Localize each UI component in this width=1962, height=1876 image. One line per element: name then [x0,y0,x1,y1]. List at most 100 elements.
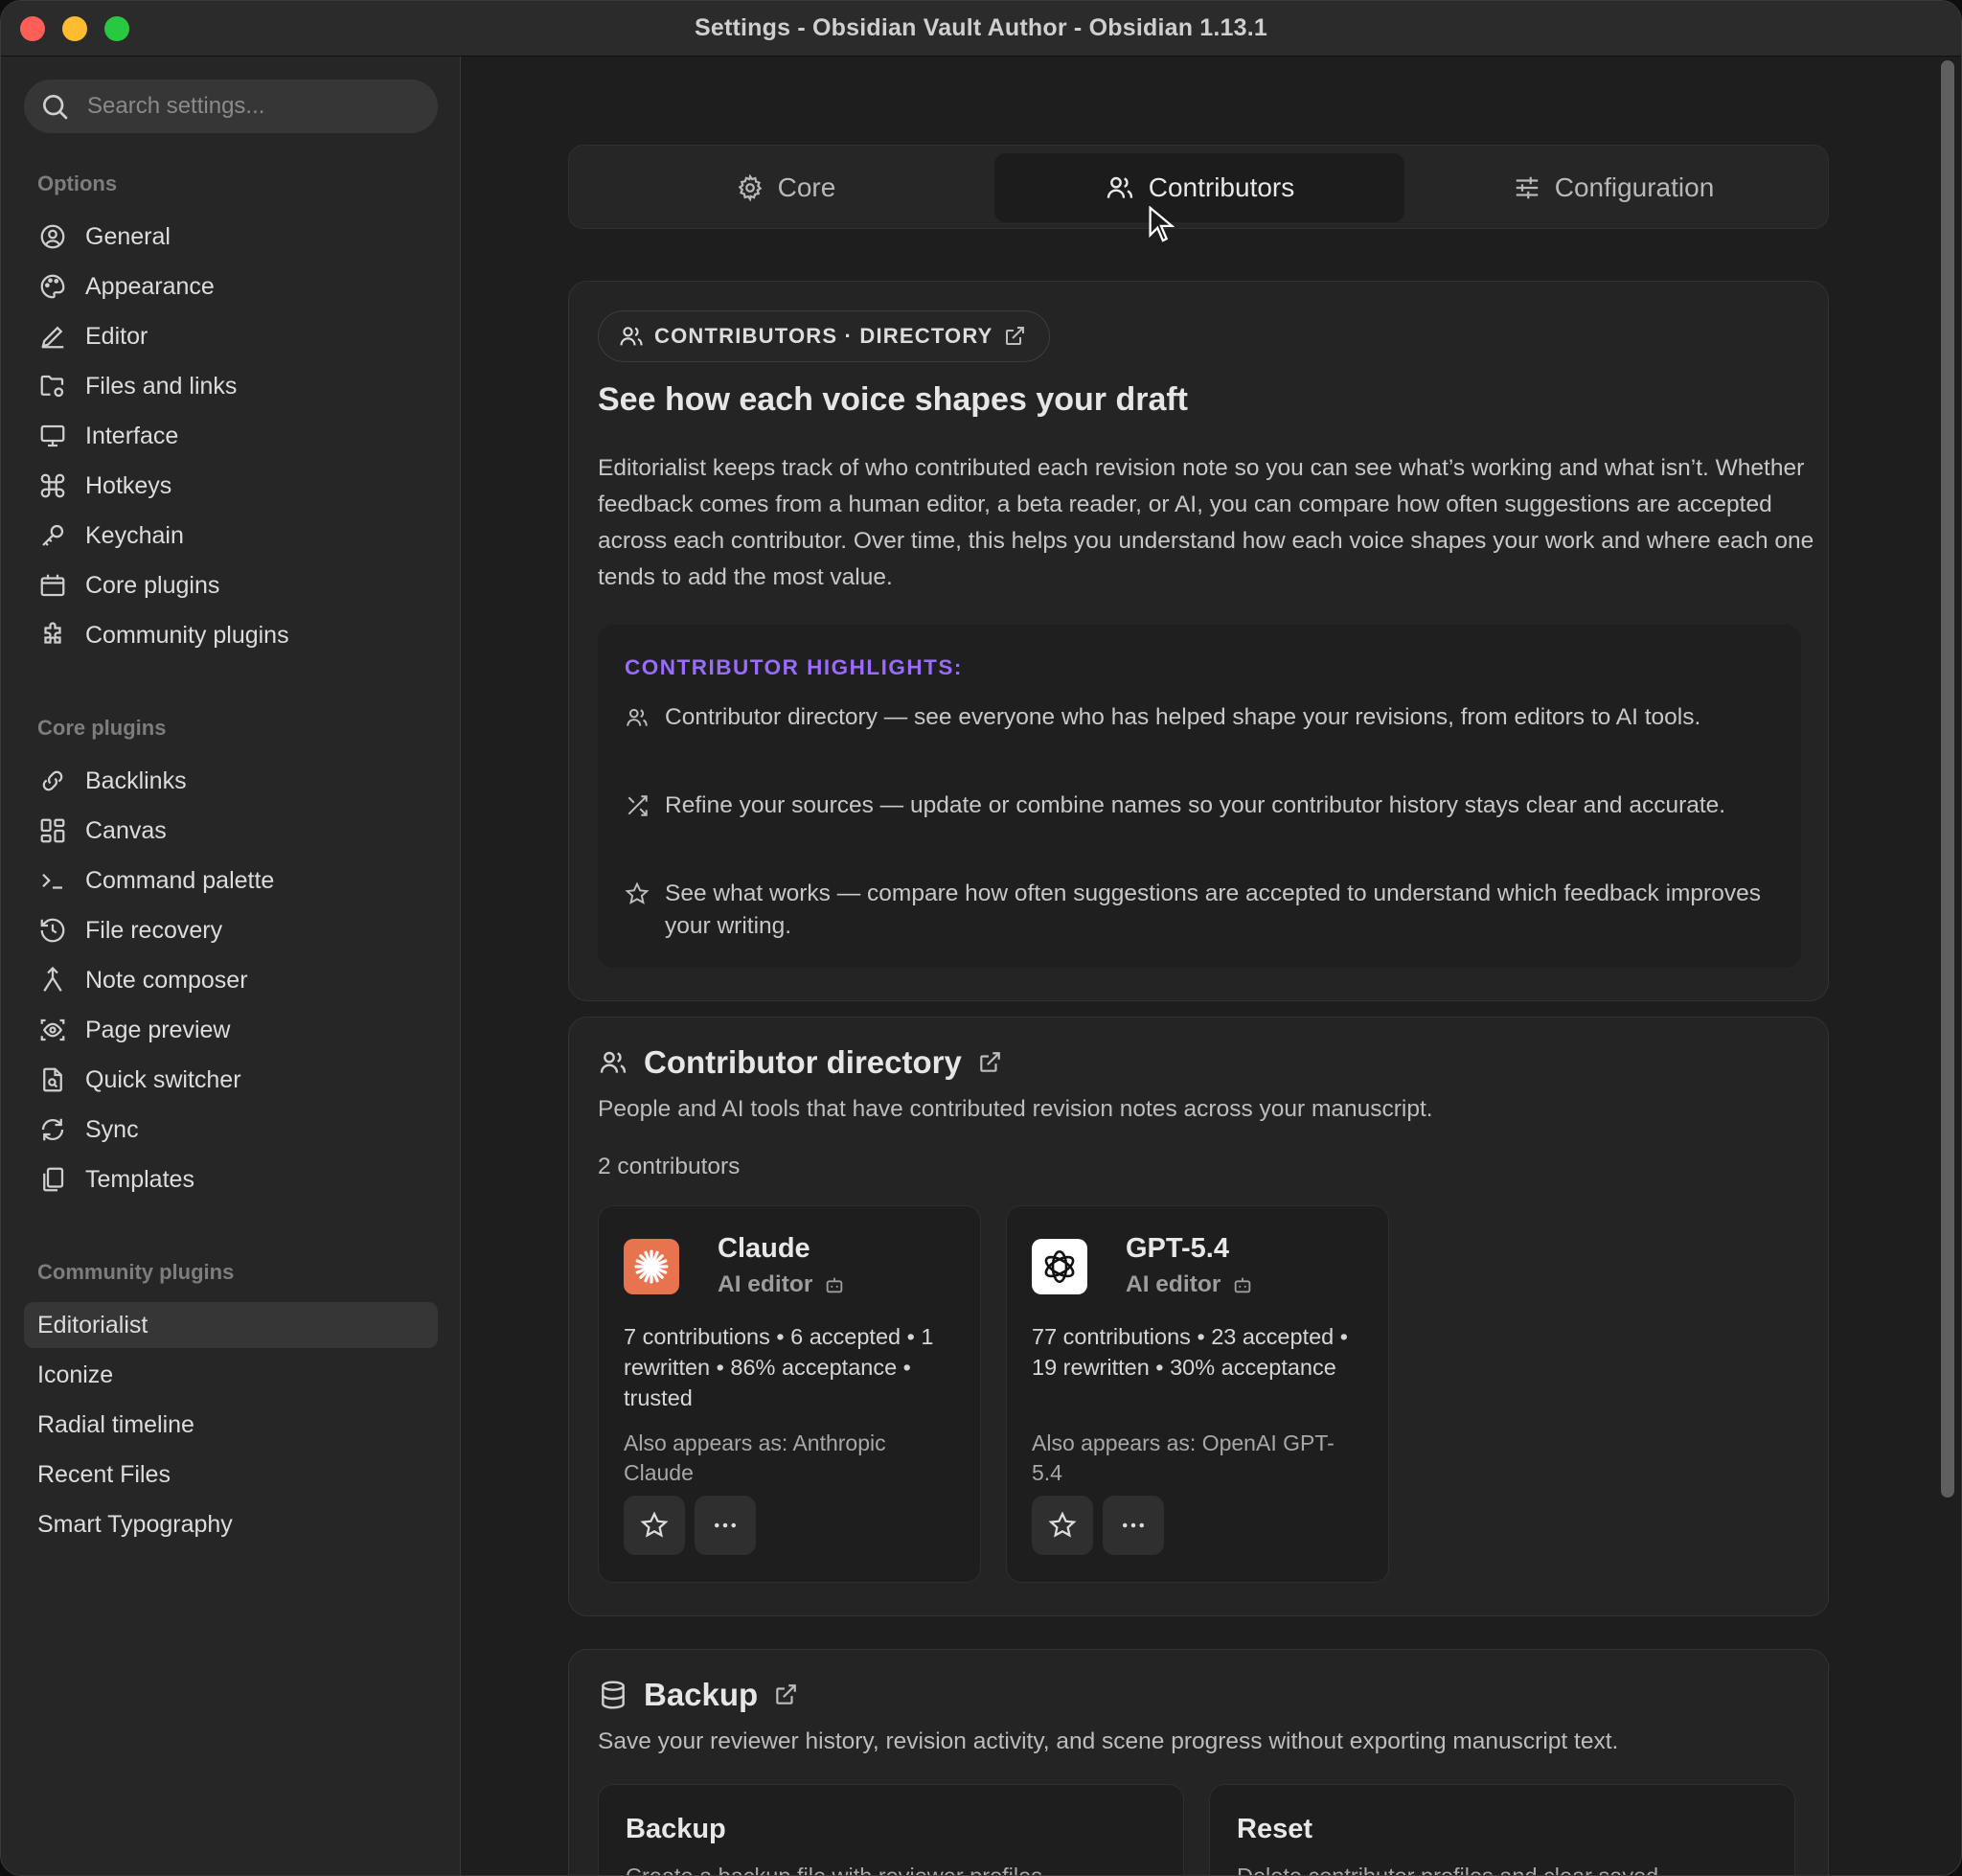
contributor-alias: Also appears as: Anthropic Claude [624,1430,886,1485]
gear-icon [738,173,762,202]
search-input[interactable] [87,93,403,120]
files-icon [37,1164,68,1195]
sidebar-item-radial-timeline[interactable]: Radial timeline [24,1402,438,1448]
sidebar-item-note-composer[interactable]: Note composer [24,957,438,1003]
highlight-text: Refine your sources — update or combine … [665,792,1726,818]
sidebar-item-label: Hotkeys [85,471,172,499]
sidebar-item-iconize[interactable]: Iconize [24,1352,438,1398]
terminal-icon [37,865,68,896]
sidebar-item-label: Appearance [85,272,215,300]
more-horizontal-icon [1123,1522,1144,1528]
content-scrollbar[interactable] [1941,60,1954,1498]
backup-title: Backup [644,1677,759,1712]
sidebar-item-label: Templates [85,1165,194,1193]
backup-option-card[interactable]: Backup Create a backup file with reviewe… [598,1784,1184,1875]
window-controls [20,16,129,41]
tab-label: Contributors [1148,172,1295,202]
zoom-window-button[interactable] [104,16,129,41]
settings-window: Settings - Obsidian Vault Author - Obsid… [0,0,1962,1876]
contributors-intro-card: CONTRIBUTORS · DIRECTORY See how each vo… [568,281,1829,1001]
contributors-directory-pill[interactable]: CONTRIBUTORS · DIRECTORY [598,310,1050,362]
sidebar-item-editorialist[interactable]: Editorialist [24,1302,438,1348]
sidebar-item-templates[interactable]: Templates [24,1156,438,1202]
sidebar-item-label: Sync [85,1115,139,1143]
sidebar-item-smart-typography[interactable]: Smart Typography [24,1501,438,1547]
more-options-button[interactable] [1103,1496,1164,1555]
minimize-window-button[interactable] [62,16,87,41]
database-icon [602,1681,625,1709]
sidebar-item-command-palette[interactable]: Command palette [24,858,438,904]
sidebar-item-core-plugins[interactable]: Core plugins [24,562,438,608]
sidebar-item-label: Smart Typography [37,1510,233,1538]
sidebar-item-label: Editor [85,322,148,350]
more-options-button[interactable] [695,1496,756,1555]
sidebar-item-backlinks[interactable]: Backlinks [24,758,438,804]
bot-icon [1235,1277,1251,1293]
tab-core[interactable]: Core [581,153,991,222]
sidebar-item-interface[interactable]: Interface [24,413,438,459]
contributor-card-gpt[interactable]: GPT-5.4 AI editor 77 contributions • 23 … [1006,1205,1389,1583]
claude-logo-icon [624,1239,679,1294]
title-bar: Settings - Obsidian Vault Author - Obsid… [1,1,1961,57]
sidebar-item-page-preview[interactable]: Page preview [24,1007,438,1053]
search-box[interactable] [24,80,438,133]
sidebar-item-appearance[interactable]: Appearance [24,263,438,309]
contributor-alias: Also appears as: OpenAI GPT-5.4 [1032,1430,1335,1485]
contributor-card-claude[interactable]: Claude AI editor 7 contributions • 6 acc… [598,1205,981,1583]
sidebar-item-hotkeys[interactable]: Hotkeys [24,463,438,509]
sidebar-item-community-plugins[interactable]: Community plugins [24,612,438,658]
calendar-box-icon [37,570,68,601]
favorite-button[interactable] [624,1496,685,1555]
contributor-count: 2 contributors [598,1154,741,1179]
openai-logo-icon [1032,1239,1087,1294]
users-icon [620,327,643,346]
reset-option-desc: Delete contributor profiles and clear sa… [1237,1864,1659,1876]
search-icon [43,95,68,120]
palette-icon [37,271,68,302]
shuffle-icon [625,789,651,823]
intro-description: Editorialist keeps track of who contribu… [598,455,1814,590]
backup-subtitle: Save your reviewer history, revision act… [598,1728,1619,1754]
reset-option-card[interactable]: Reset Delete contributor profiles and cl… [1209,1784,1795,1876]
sidebar-item-files-and-links[interactable]: Files and links [24,363,438,409]
community-plugins-heading: Community plugins [37,1260,235,1284]
role-label: AI editor [718,1271,813,1297]
bot-icon [827,1277,843,1293]
sidebar-item-general[interactable]: General [24,214,438,260]
sidebar-item-label: Radial timeline [37,1410,194,1438]
sidebar-item-quick-switcher[interactable]: Quick switcher [24,1057,438,1103]
sidebar-item-editor[interactable]: Editor [24,313,438,359]
reset-option-title: Reset [1237,1814,1312,1844]
external-link-icon[interactable] [977,1050,1002,1075]
sidebar-item-sync[interactable]: Sync [24,1107,438,1153]
contributor-name: GPT-5.4 [1126,1233,1229,1264]
sidebar-item-label: Canvas [85,816,167,844]
tab-contributors[interactable]: Contributors [994,153,1404,222]
folder-cog-icon [37,371,68,401]
sidebar-item-label: General [85,222,171,250]
star-icon [1048,1511,1077,1538]
highlight-item: Refine your sources — update or combine … [625,789,1774,823]
sidebar-item-canvas[interactable]: Canvas [24,808,438,854]
close-window-button[interactable] [20,16,45,41]
sidebar-item-recent-files[interactable]: Recent Files [24,1452,438,1498]
favorite-button[interactable] [1032,1496,1093,1555]
sidebar-item-keychain[interactable]: Keychain [24,513,438,559]
intro-heading: See how each voice shapes your draft [598,381,1189,418]
sidebar-item-file-recovery[interactable]: File recovery [24,907,438,953]
puzzle-icon [37,620,68,651]
external-link-icon [1005,327,1024,345]
sidebar-item-label: Recent Files [37,1460,171,1488]
tab-label: Core [777,172,836,202]
grid-icon [37,815,68,846]
tab-configuration[interactable]: Configuration [1408,153,1818,222]
highlight-text: See what works — compare how often sugge… [665,881,1761,939]
contributor-role: AI editor [1126,1271,1253,1298]
highlight-item: Contributor directory — see everyone who… [625,701,1774,735]
external-link-icon[interactable] [773,1682,798,1707]
contributor-stats: 77 contributions • 23 accepted • 19 rewr… [1032,1324,1348,1380]
sidebar-item-label: Core plugins [85,571,220,599]
key-icon [37,520,68,551]
backlink-icon [37,766,68,796]
sidebar-item-label: Keychain [85,521,184,549]
